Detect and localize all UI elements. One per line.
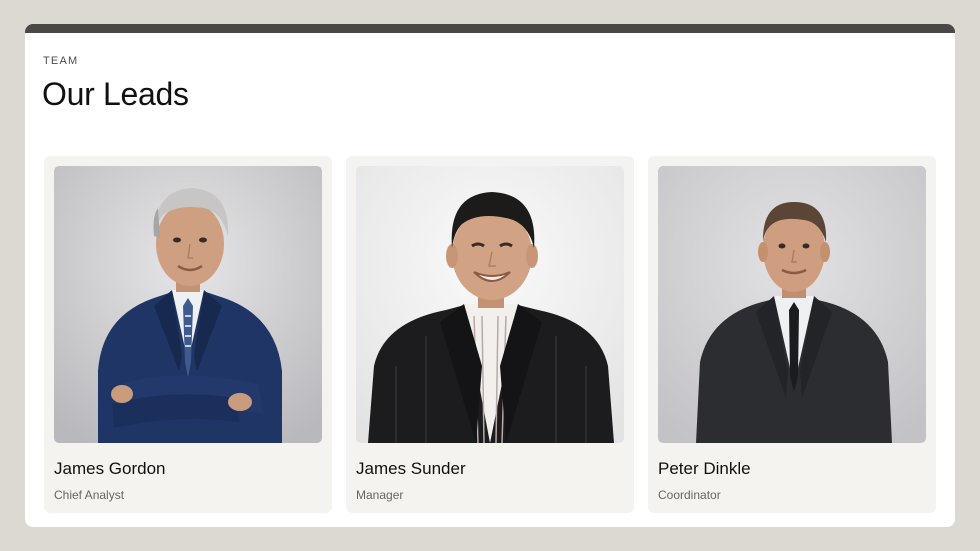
team-card[interactable]: James Gordon Chief Analyst bbox=[44, 156, 332, 513]
member-role: Coordinator bbox=[658, 488, 721, 502]
section-eyebrow: TEAM bbox=[43, 55, 79, 67]
member-photo bbox=[54, 166, 322, 443]
member-name: James Sunder bbox=[356, 459, 466, 478]
top-bar bbox=[25, 24, 955, 33]
team-card[interactable]: Peter Dinkle Coordinator bbox=[648, 156, 936, 513]
section-title: Our Leads bbox=[42, 76, 189, 112]
member-photo bbox=[658, 166, 926, 443]
member-photo bbox=[356, 166, 624, 443]
member-name: Peter Dinkle bbox=[658, 459, 751, 478]
member-role: Manager bbox=[356, 488, 404, 502]
member-role: Chief Analyst bbox=[54, 488, 125, 502]
team-section: TEAM Our Leads James Gordon Chief Analys… bbox=[25, 24, 955, 527]
team-card[interactable]: James Sunder Manager bbox=[346, 156, 634, 513]
member-name: James Gordon bbox=[54, 459, 166, 478]
